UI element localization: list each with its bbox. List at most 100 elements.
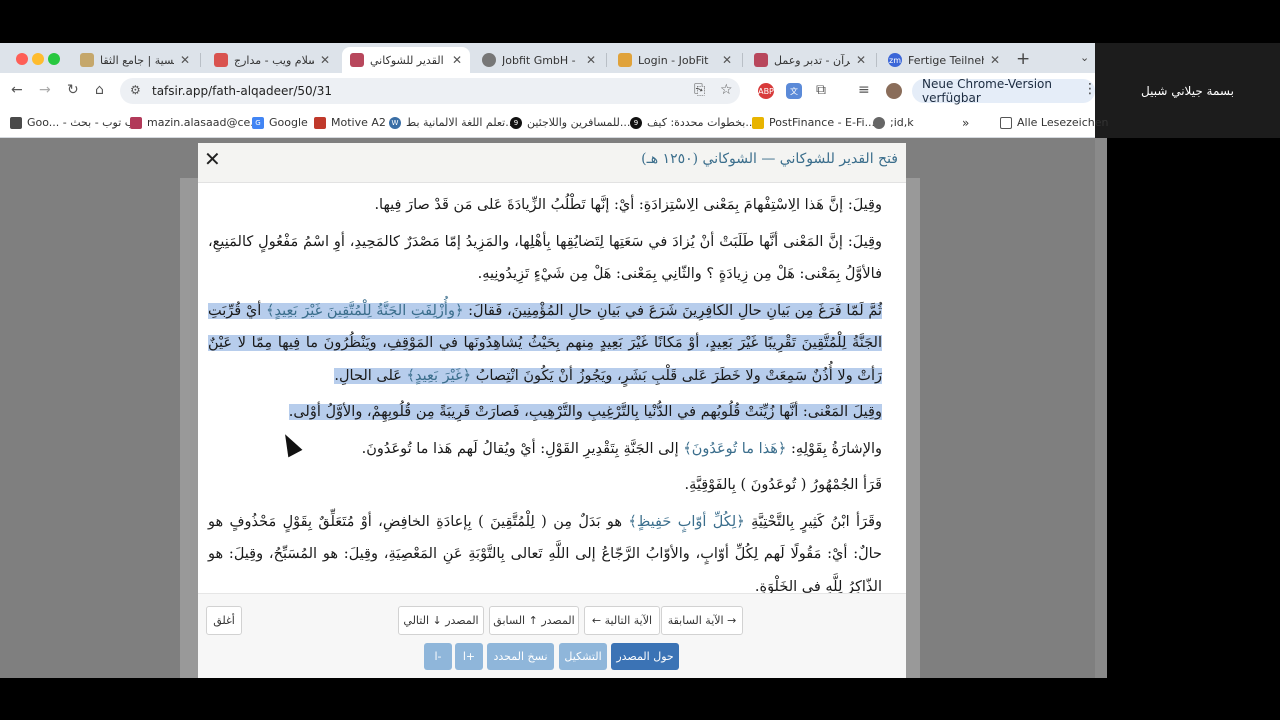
- button-label: -ا: [434, 650, 442, 663]
- previous-ayah-button[interactable]: → الآية السابقة: [661, 606, 743, 635]
- new-tab-button[interactable]: +: [1016, 49, 1030, 69]
- tab-fertige-teilnehmer[interactable]: zm Fertige Teilnehme ✕: [880, 47, 1008, 73]
- close-window-button[interactable]: [16, 53, 28, 65]
- tab-title: Jobfit GmbH - Ho: [502, 53, 580, 67]
- previous-source-button[interactable]: المصدر ↑ السابق: [489, 606, 579, 635]
- quran-quote: ﴿لِكُلِّ أوّابٍ حَفِيظٍ﴾: [628, 513, 745, 530]
- update-label: Neue Chrome-Version verfügbar: [922, 77, 1052, 105]
- bookmark-item[interactable]: Goo... - لاب توب - بحث: [10, 116, 141, 129]
- bookmark-item[interactable]: G Google: [252, 116, 308, 129]
- address-bar[interactable]: ⚙ tafsir.app/fath-alqadeer/50/31: [120, 78, 740, 104]
- close-icon[interactable]: ✕: [856, 53, 866, 67]
- media-controls-icon[interactable]: ≡: [858, 82, 870, 98]
- bookmark-label: Motive A2: [331, 116, 386, 129]
- quran-quote: ﴿وأُزْلِفَتِ الجَنَّةُ لِلْمُتَّقِينَ غَ…: [265, 302, 464, 319]
- close-icon[interactable]: ✕: [452, 53, 462, 67]
- install-app-icon[interactable]: ⎘: [694, 82, 705, 98]
- forward-arrow-icon[interactable]: →: [39, 82, 51, 98]
- reload-icon[interactable]: ↻: [67, 82, 79, 98]
- font-increase-button[interactable]: +ا: [455, 643, 483, 670]
- copy-selected-button[interactable]: نسخ المحدد: [487, 643, 554, 670]
- close-icon[interactable]: ✕: [320, 53, 330, 67]
- tafsir-paragraph-selected: ثُمَّ لَمّا فَرَغَ مِن بَيانِ حالِ الكاف…: [208, 295, 883, 393]
- bookmark-item[interactable]: PostFinance - E-Fi...: [752, 116, 875, 129]
- button-label: المصدر ↑ السابق: [493, 614, 575, 627]
- extensions-puzzle-icon[interactable]: ⧉: [816, 82, 826, 98]
- maximize-window-button[interactable]: [48, 53, 60, 65]
- close-modal-button[interactable]: أغلق: [206, 606, 242, 635]
- tafsir-paragraph: والإشارَةُ بِقَوْلِهِ: ﴿هَذا ما تُوعَدُو…: [208, 433, 882, 466]
- participant-video-tile: بسمة جيلاني شبيل: [1095, 43, 1280, 138]
- font-decrease-button[interactable]: -ا: [424, 643, 452, 670]
- button-label: التشكيل: [564, 650, 602, 663]
- url-text[interactable]: tafsir.app/fath-alqadeer/50/31: [152, 84, 332, 98]
- paragraph-text: إلى الجَنَّةِ بِتَقْدِيرِ القَوْلِ: أيْ …: [361, 440, 684, 457]
- chevron-down-icon[interactable]: ⌄: [1080, 51, 1089, 64]
- modal-header: ✕ فتح القدير للشوكاني — الشوكاني (١٢٥٠ ه…: [198, 143, 906, 183]
- paragraph-text: قَرَأ الجُمْهُورُ ( تُوعَدُونَ ) بِالفَو…: [684, 477, 882, 493]
- button-label: نسخ المحدد: [493, 650, 548, 663]
- bookmark-favicon: [10, 116, 22, 129]
- bookmark-item[interactable]: W تعلم اللغة الالمانية بط...: [389, 116, 516, 129]
- tafsir-modal: ✕ فتح القدير للشوكاني — الشوكاني (١٢٥٠ ه…: [198, 143, 906, 678]
- tab-favicon: [80, 53, 94, 67]
- paragraph-text: وقِيلَ: إنَّ المَعْنى أنَّها طَلَبَتْ أن…: [208, 233, 882, 283]
- close-icon[interactable]: ✕: [204, 147, 221, 171]
- quran-quote: ﴿غَيْرَ بَعِيدٍ﴾: [406, 367, 472, 384]
- tafsir-paragraph: وقِيلَ: إنَّ المَعْنى أنَّها طَلَبَتْ أن…: [208, 226, 882, 291]
- about-source-button[interactable]: حول المصدر: [611, 643, 679, 670]
- adblock-extension-icon[interactable]: ABP: [758, 83, 774, 99]
- modal-footer: أغلق المصدر ↓ التالي المصدر ↑ السابق الآ…: [198, 593, 906, 678]
- bookmark-item[interactable]: mazin.alasaad@ce...: [130, 116, 261, 129]
- button-label: +ا: [462, 650, 476, 663]
- profile-avatar[interactable]: [886, 83, 902, 99]
- next-source-button[interactable]: المصدر ↓ التالي: [398, 606, 484, 635]
- back-arrow-icon[interactable]: ←: [11, 82, 23, 98]
- translate-extension-icon[interactable]: 文: [786, 83, 802, 99]
- close-icon[interactable]: ✕: [586, 53, 596, 67]
- tab-islamweb[interactable]: إسلام ويب - مدارج ✕: [206, 47, 338, 73]
- tab-divider: [876, 53, 877, 67]
- bookmark-label: Google: [269, 116, 308, 129]
- paragraph-text: ثُمَّ لَمّا فَرَغَ مِن بَيانِ حالِ الكاف…: [463, 302, 883, 319]
- tab-divider: [200, 53, 201, 67]
- zoom-icon: zm: [888, 53, 902, 67]
- chrome-update-button[interactable]: Neue Chrome-Version verfügbar: [912, 77, 1095, 105]
- tab-favicon: [350, 53, 364, 67]
- more-menu-icon[interactable]: ⋮: [1083, 81, 1097, 97]
- tab-jami-althaqafa[interactable]: الرئيسية | جامع الثقا ✕: [72, 47, 198, 73]
- more-bookmarks-icon[interactable]: »: [962, 116, 969, 130]
- bookmark-item[interactable]: 9 بخطوات محددة: كيف...: [630, 116, 756, 129]
- next-ayah-button[interactable]: الآية التالية ←: [584, 606, 660, 635]
- button-label: → الآية السابقة: [667, 614, 737, 627]
- quran-quote: ﴿هَذا ما تُوعَدُونَ﴾: [683, 440, 787, 457]
- tab-favicon: [214, 53, 228, 67]
- bookmarks-bar: Goo... - لاب توب - بحث mazin.alasaad@ce.…: [0, 109, 1108, 138]
- tab-quran-tadabbur[interactable]: القرآن - تدبر وعمل ✕: [746, 47, 874, 73]
- tab-login-jobfit[interactable]: Login - JobFit ✕: [610, 47, 740, 73]
- bookmark-star-icon[interactable]: ☆: [720, 82, 733, 98]
- tab-strip: الرئيسية | جامع الثقا ✕ إسلام ويب - مدار…: [0, 43, 1095, 73]
- bookmark-item[interactable]: 9 للمسافرين واللاجئين...: [510, 116, 630, 129]
- browser-window: الرئيسية | جامع الثقا ✕ إسلام ويب - مدار…: [0, 43, 1108, 138]
- tashkeel-toggle-button[interactable]: التشكيل: [559, 643, 607, 670]
- tab-title: الرئيسية | جامع الثقا: [100, 53, 174, 67]
- folder-icon: [1000, 116, 1012, 129]
- close-icon[interactable]: ✕: [180, 53, 190, 67]
- minimize-window-button[interactable]: [32, 53, 44, 65]
- bookmark-label: بخطوات محددة: كيف...: [647, 116, 756, 129]
- close-icon[interactable]: ✕: [722, 53, 732, 67]
- bookmark-label: تعلم اللغة الالمانية بط...: [406, 116, 516, 129]
- all-bookmarks-folder[interactable]: Alle Lesezeichen: [1000, 116, 1108, 129]
- tab-fath-alqadeer[interactable]: فتح القدير للشوكاني ✕: [342, 47, 470, 73]
- close-icon[interactable]: ✕: [990, 53, 1000, 67]
- site-info-icon[interactable]: ⚙: [130, 83, 141, 97]
- bookmark-label: Goo... - لاب توب - بحث: [27, 116, 142, 129]
- tafsir-paragraph: وقَرَأ ابْنُ كَثِيرٍ بِالتَّحْتِيَّةِ ﴿ل…: [208, 506, 882, 594]
- bookmark-favicon: [752, 116, 764, 129]
- tab-title: Fertige Teilnehme: [908, 53, 984, 67]
- bookmark-item[interactable]: Motive A2: [314, 116, 386, 129]
- home-icon[interactable]: ⌂: [95, 82, 104, 98]
- tab-jobfit-gmbh[interactable]: Jobfit GmbH - Ho ✕: [474, 47, 604, 73]
- bookmark-item[interactable]: ;id,k: [873, 116, 914, 129]
